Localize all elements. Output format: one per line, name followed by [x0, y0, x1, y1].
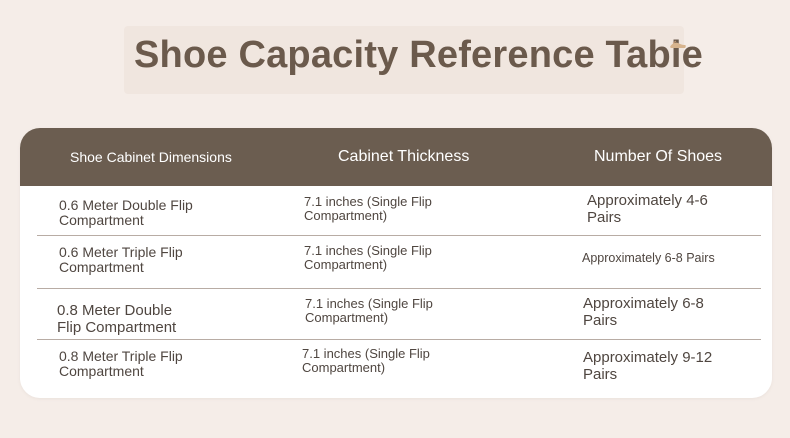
header-thickness: Cabinet Thickness: [338, 148, 470, 165]
dimension-cell: 0.6 Meter Triple Flip Compartment: [59, 244, 183, 276]
thickness-cell: 7.1 inches (Single Flip Compartment): [304, 194, 432, 224]
thickness-cell: 7.1 inches (Single Flip Compartment): [304, 243, 432, 273]
shoe-count-cell: Approximately 4-6 Pairs: [587, 192, 708, 226]
table-row: 0.8 Meter Double Flip Compartment 7.1 in…: [20, 289, 772, 339]
shoe-count-cell: Approximately 6-8 Pairs: [583, 295, 704, 329]
table-header: Shoe Cabinet Dimensions Cabinet Thicknes…: [20, 128, 772, 186]
page-title: Shoe Capacity Reference Table: [134, 34, 703, 76]
header-shoe-count: Number Of Shoes: [594, 148, 723, 165]
dimension-cell: 0.6 Meter Double Flip Compartment: [59, 197, 193, 229]
shoe-icon: [670, 40, 686, 48]
shoe-count-cell: Approximately 9-12 Pairs: [583, 349, 713, 383]
table-row: 0.6 Meter Triple Flip Compartment 7.1 in…: [20, 236, 772, 288]
dimension-cell: 0.8 Meter Triple Flip Compartment: [59, 348, 183, 380]
table-row: 0.6 Meter Double Flip Compartment 7.1 in…: [20, 186, 772, 235]
table-row: 0.8 Meter Triple Flip Compartment 7.1 in…: [20, 340, 772, 398]
thickness-cell: 7.1 inches (Single Flip Compartment): [305, 296, 433, 326]
header-dimensions: Shoe Cabinet Dimensions: [70, 149, 232, 165]
capacity-table: Shoe Cabinet Dimensions Cabinet Thicknes…: [20, 128, 772, 398]
shoe-count-cell: Approximately 6-8 Pairs: [582, 251, 715, 265]
thickness-cell: 7.1 inches (Single Flip Compartment): [302, 346, 430, 376]
dimension-cell: 0.8 Meter Double Flip Compartment: [57, 302, 177, 336]
